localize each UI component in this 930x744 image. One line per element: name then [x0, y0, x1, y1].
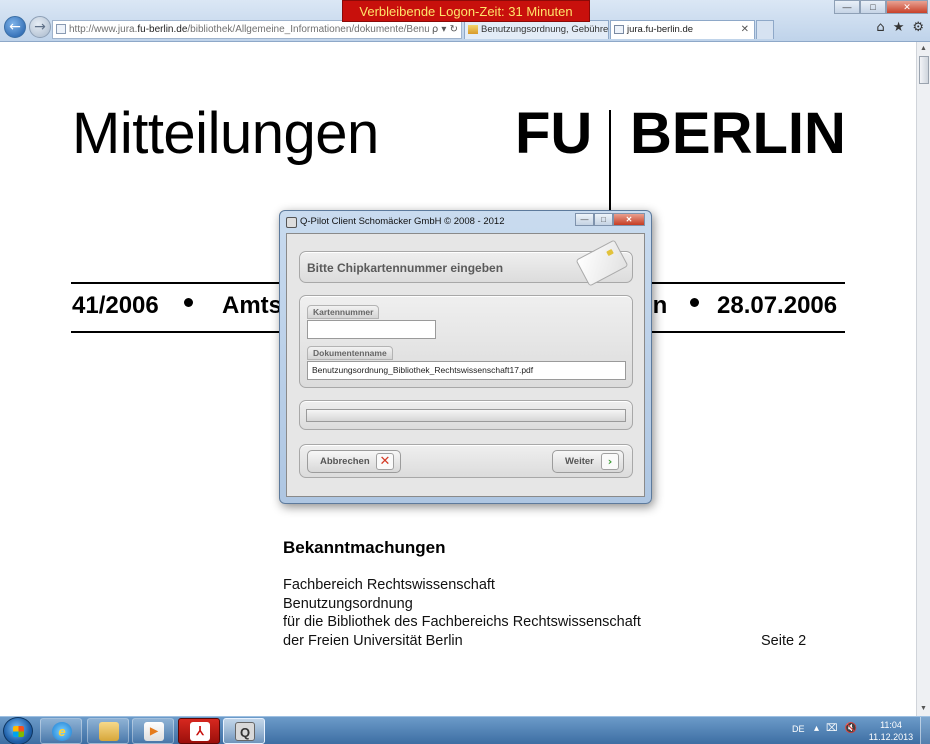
button-panel: Abbrechen ✕ Weiter ›	[299, 444, 633, 478]
tab-close-icon[interactable]: ✕	[741, 21, 749, 39]
card-number-label: Kartennummer	[307, 305, 380, 319]
next-button[interactable]: Weiter ›	[552, 450, 624, 473]
dialog-title: Q-Pilot Client Schomäcker GmbH © 2008 - …	[300, 216, 505, 227]
page-number: Seite 2	[761, 633, 807, 649]
forward-button[interactable]: →	[29, 16, 51, 38]
taskbar-media-player[interactable]: ▶	[132, 718, 174, 744]
start-button[interactable]	[3, 717, 33, 744]
taskbar-windows-explorer[interactable]	[87, 718, 129, 744]
bullet-dot	[690, 298, 699, 307]
arrow-right-icon: ›	[601, 453, 619, 470]
dialog-minimize-button[interactable]: —	[575, 213, 594, 226]
home-icon[interactable]: ⌂	[876, 20, 884, 35]
vertical-scrollbar[interactable]: ▲ ▼	[916, 42, 930, 716]
scroll-up-icon[interactable]: ▲	[917, 42, 930, 56]
address-path: /bibliothek/Allgemeine_Informationen/dok…	[187, 24, 455, 35]
dialog-body: Bitte Chipkartennummer eingeben Kartennu…	[286, 233, 645, 497]
cancel-label: Abbrechen	[320, 456, 370, 467]
show-hidden-icons-icon[interactable]: ▴	[814, 723, 819, 734]
clock[interactable]: 11:04 11.12.2013	[866, 719, 916, 743]
taskbar-qpilot-client[interactable]: Q	[223, 718, 265, 744]
tab-jura-fu-berlin[interactable]: jura.fu-berlin.de ✕	[610, 20, 755, 39]
pdf-icon: ⅄	[190, 722, 210, 741]
address-search-refresh-icon[interactable]: ρ ▾ ↻	[428, 21, 458, 38]
logon-time-banner: Verbleibende Logon-Zeit: 31 Minuten	[342, 0, 590, 22]
window-controls: — □ ✕	[834, 0, 928, 14]
scroll-down-icon[interactable]: ▼	[917, 702, 930, 716]
form-panel: Kartennummer Dokumentenname Benutzungsor…	[299, 295, 633, 388]
taskbar-adobe-reader[interactable]: ⅄	[178, 718, 220, 744]
address-host: fu-berlin.de	[137, 24, 188, 35]
clock-time: 11:04	[880, 720, 902, 730]
dialog-maximize-button[interactable]: □	[594, 213, 613, 226]
qpilot-app-icon	[286, 217, 297, 228]
document-title: Mitteilungen	[72, 101, 379, 166]
address-prefix: http://www.jura.	[69, 24, 138, 35]
qpilot-dialog: Q-Pilot Client Schomäcker GmbH © 2008 - …	[279, 210, 652, 504]
qpilot-icon: Q	[235, 722, 255, 741]
document-line: der Freien Universität Berlin	[283, 633, 463, 649]
browser-tool-icons: ⌂ ★ ⚙	[876, 20, 924, 35]
document-name-field[interactable]: Benutzungsordnung_Bibliothek_Rechtswisse…	[307, 361, 626, 380]
dialog-close-button[interactable]: ✕	[613, 213, 645, 226]
play-icon: ▶	[144, 722, 164, 741]
taskbar-internet-explorer[interactable]: e	[40, 718, 82, 744]
card-number-input[interactable]	[307, 320, 436, 339]
bullet-dot	[184, 298, 193, 307]
action-center-flag-icon[interactable]: ⌧	[826, 723, 838, 734]
back-button[interactable]: ←	[4, 16, 26, 38]
chip-card-icon	[575, 239, 629, 287]
tab-label: jura.fu-berlin.de	[627, 24, 694, 35]
logo-berlin: BERLIN	[630, 101, 846, 166]
document-line: Fachbereich Rechtswissenschaft	[283, 577, 495, 593]
maximize-button[interactable]: □	[860, 0, 886, 14]
browser-toolbar: ← → http://www.jura.fu-berlin.de/bibliot…	[0, 0, 930, 42]
progress-panel	[299, 400, 633, 430]
folder-icon	[99, 722, 119, 741]
clock-date: 11.12.2013	[868, 732, 914, 742]
document-line: Benutzungsordnung	[283, 596, 413, 612]
show-desktop-button[interactable]	[920, 717, 930, 744]
close-button[interactable]: ✕	[886, 0, 928, 14]
chip-icon	[606, 248, 614, 257]
issue-number: 41/2006	[72, 292, 159, 319]
volume-muted-icon[interactable]: 🔇	[845, 723, 857, 734]
language-indicator[interactable]: DE	[792, 724, 805, 734]
dialog-instruction: Bitte Chipkartennummer eingeben	[307, 261, 504, 275]
section-heading: Bekanntmachungen	[283, 538, 446, 557]
issue-amtsblatt-fragment: Amts	[222, 292, 283, 319]
cancel-button[interactable]: Abbrechen ✕	[307, 450, 401, 473]
address-bar[interactable]: http://www.jura.fu-berlin.de/bibliothek/…	[52, 20, 462, 39]
tab-benutzungsordnung[interactable]: Benutzungsordnung, Gebühre...	[464, 20, 609, 39]
dialog-window-controls: — □ ✕	[575, 213, 645, 226]
new-tab-button[interactable]	[756, 20, 774, 39]
system-tray: ▴ ⌧ 🔇	[814, 723, 857, 734]
header-panel: Bitte Chipkartennummer eingeben	[299, 239, 633, 287]
issue-date: 28.07.2006	[717, 292, 838, 319]
next-label: Weiter	[565, 456, 594, 467]
page-icon	[614, 25, 624, 34]
document-line: für die Bibliothek des Fachbereichs Rech…	[283, 614, 641, 630]
favorites-star-icon[interactable]: ★	[893, 20, 905, 35]
gear-icon[interactable]: ⚙	[912, 20, 924, 35]
document-name-label: Dokumentenname	[307, 346, 393, 360]
progress-bar	[306, 409, 626, 422]
folder-icon	[468, 25, 478, 34]
logo-divider	[609, 110, 611, 220]
taskbar: e ▶ ⅄ Q DE ▴ ⌧ 🔇 11:04 11.12.2013	[0, 716, 930, 744]
minimize-button[interactable]: —	[834, 0, 860, 14]
cancel-x-icon: ✕	[376, 453, 394, 470]
tab-label: Benutzungsordnung, Gebühre...	[481, 24, 609, 35]
internet-explorer-icon: e	[52, 722, 72, 741]
scroll-thumb[interactable]	[919, 56, 929, 84]
page-favicon-icon	[56, 24, 66, 34]
logo-fu: FU	[515, 101, 593, 166]
